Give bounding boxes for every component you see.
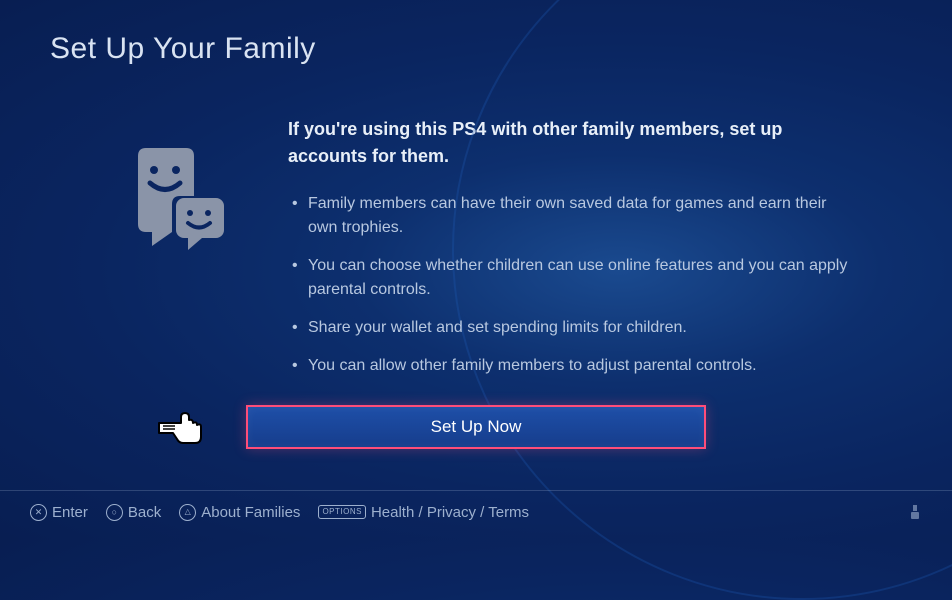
page-title: Set Up Your Family — [50, 32, 952, 66]
primary-button-label: Set Up Now — [431, 417, 522, 437]
action-row: Set Up Now — [0, 405, 952, 449]
bullet-item: You can allow other family members to ad… — [288, 354, 852, 378]
connection-status-icon — [908, 503, 922, 521]
pointer-hand-icon — [155, 407, 211, 447]
cross-button-icon: ✕ — [30, 504, 47, 521]
footer-about: △ About Families — [179, 504, 300, 521]
footer-enter-label: Enter — [52, 504, 88, 521]
footer-about-label: About Families — [201, 504, 300, 521]
triangle-button-icon: △ — [179, 504, 196, 521]
footer-legal: OPTIONS Health / Privacy / Terms — [318, 504, 529, 521]
footer-back-label: Back — [128, 504, 161, 521]
footer-back: ○ Back — [106, 504, 161, 521]
options-button-icon: OPTIONS — [318, 505, 366, 518]
footer-enter: ✕ Enter — [30, 504, 88, 521]
header: Set Up Your Family — [0, 0, 952, 66]
footer-legal-label: Health / Privacy / Terms — [371, 504, 529, 521]
set-up-now-button[interactable]: Set Up Now — [246, 405, 706, 449]
footer-bar: ✕ Enter ○ Back △ About Families OPTIONS … — [0, 490, 952, 521]
bullet-item: Family members can have their own saved … — [288, 192, 852, 240]
content-area: If you're using this PS4 with other fami… — [0, 66, 952, 392]
bullet-item: You can choose whether children can use … — [288, 254, 852, 302]
bullet-item: Share your wallet and set spending limit… — [288, 316, 852, 340]
bullet-list: Family members can have their own saved … — [288, 192, 852, 378]
intro-text: If you're using this PS4 with other fami… — [288, 116, 852, 170]
circle-button-icon: ○ — [106, 504, 123, 521]
text-column: If you're using this PS4 with other fami… — [288, 116, 892, 392]
family-icon — [120, 136, 240, 256]
icon-column — [120, 116, 240, 392]
